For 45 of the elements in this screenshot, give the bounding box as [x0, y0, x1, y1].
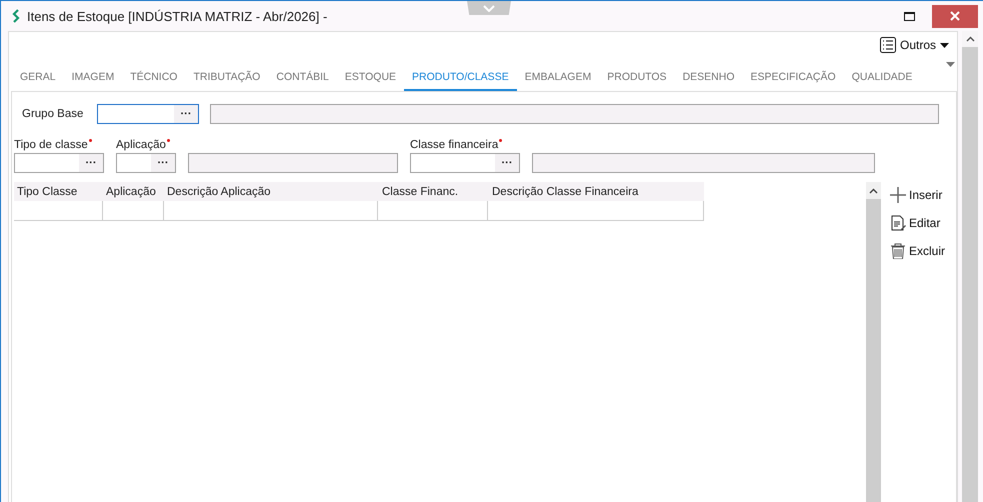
field-label: Tipo de classe — [14, 139, 104, 151]
tab[interactable]: DESENHO — [674, 67, 742, 91]
tab[interactable]: IMAGEM — [64, 67, 122, 91]
tab[interactable]: TRIBUTAÇÃO — [185, 67, 268, 91]
scrollbar[interactable] — [962, 31, 978, 502]
field-label: Aplicação — [116, 139, 176, 151]
tab[interactable]: ESPECIFICAÇÃO — [742, 67, 844, 91]
edit-button[interactable]: Editar — [890, 213, 946, 233]
tab[interactable]: CONTÁBIL — [268, 67, 337, 91]
document-pencil-icon — [890, 215, 906, 231]
insert-button[interactable]: Inserir — [890, 185, 946, 205]
chevron-up-icon[interactable] — [966, 36, 974, 42]
scrollbar[interactable] — [866, 182, 881, 502]
list-icon — [880, 37, 896, 53]
field-label: Grupo Base — [22, 108, 84, 120]
column-header[interactable]: Classe Financ. — [379, 186, 489, 198]
tab[interactable]: GERAL — [12, 67, 64, 91]
chevron-up-icon[interactable] — [869, 188, 878, 194]
lookup-field[interactable]: ··· — [410, 153, 520, 173]
column-header[interactable]: Tipo Classe — [14, 186, 103, 198]
column-header[interactable]: Aplicação — [103, 186, 164, 198]
tab[interactable]: ESTOQUE — [336, 67, 404, 91]
trash-icon — [890, 243, 906, 259]
chevron-down-icon — [483, 4, 495, 12]
delete-button[interactable]: Excluir — [890, 241, 946, 261]
dropdown-arrow-icon — [940, 42, 949, 48]
logo-icon — [11, 8, 21, 24]
lookup-field[interactable]: ··· — [14, 153, 104, 173]
tab[interactable]: PRODUTO/CLASSE — [404, 67, 517, 91]
tab[interactable]: QUALIDADE — [844, 67, 920, 91]
maximize-icon — [904, 12, 914, 20]
column-header[interactable]: Descrição Aplicação — [164, 186, 379, 198]
window-title: Itens de Estoque [INDÚSTRIA MATRIZ - Abr/2026] - — [27, 8, 328, 24]
lookup-field[interactable]: ··· — [116, 153, 176, 173]
field-label: Classe financeira — [410, 139, 520, 151]
column-header[interactable]: Descrição Classe Financeira — [489, 186, 704, 198]
lookup-field[interactable]: ··· — [97, 104, 199, 124]
dropdown-arrow-icon[interactable] — [946, 62, 955, 67]
close-icon — [950, 11, 960, 21]
plus-icon — [890, 187, 906, 203]
tab[interactable]: TÉCNICO — [122, 67, 186, 91]
tab[interactable]: PRODUTOS — [599, 67, 675, 91]
close-button[interactable] — [932, 4, 978, 28]
menu-button[interactable]: Outros — [876, 37, 953, 53]
tab[interactable]: EMBALAGEM — [516, 67, 600, 91]
